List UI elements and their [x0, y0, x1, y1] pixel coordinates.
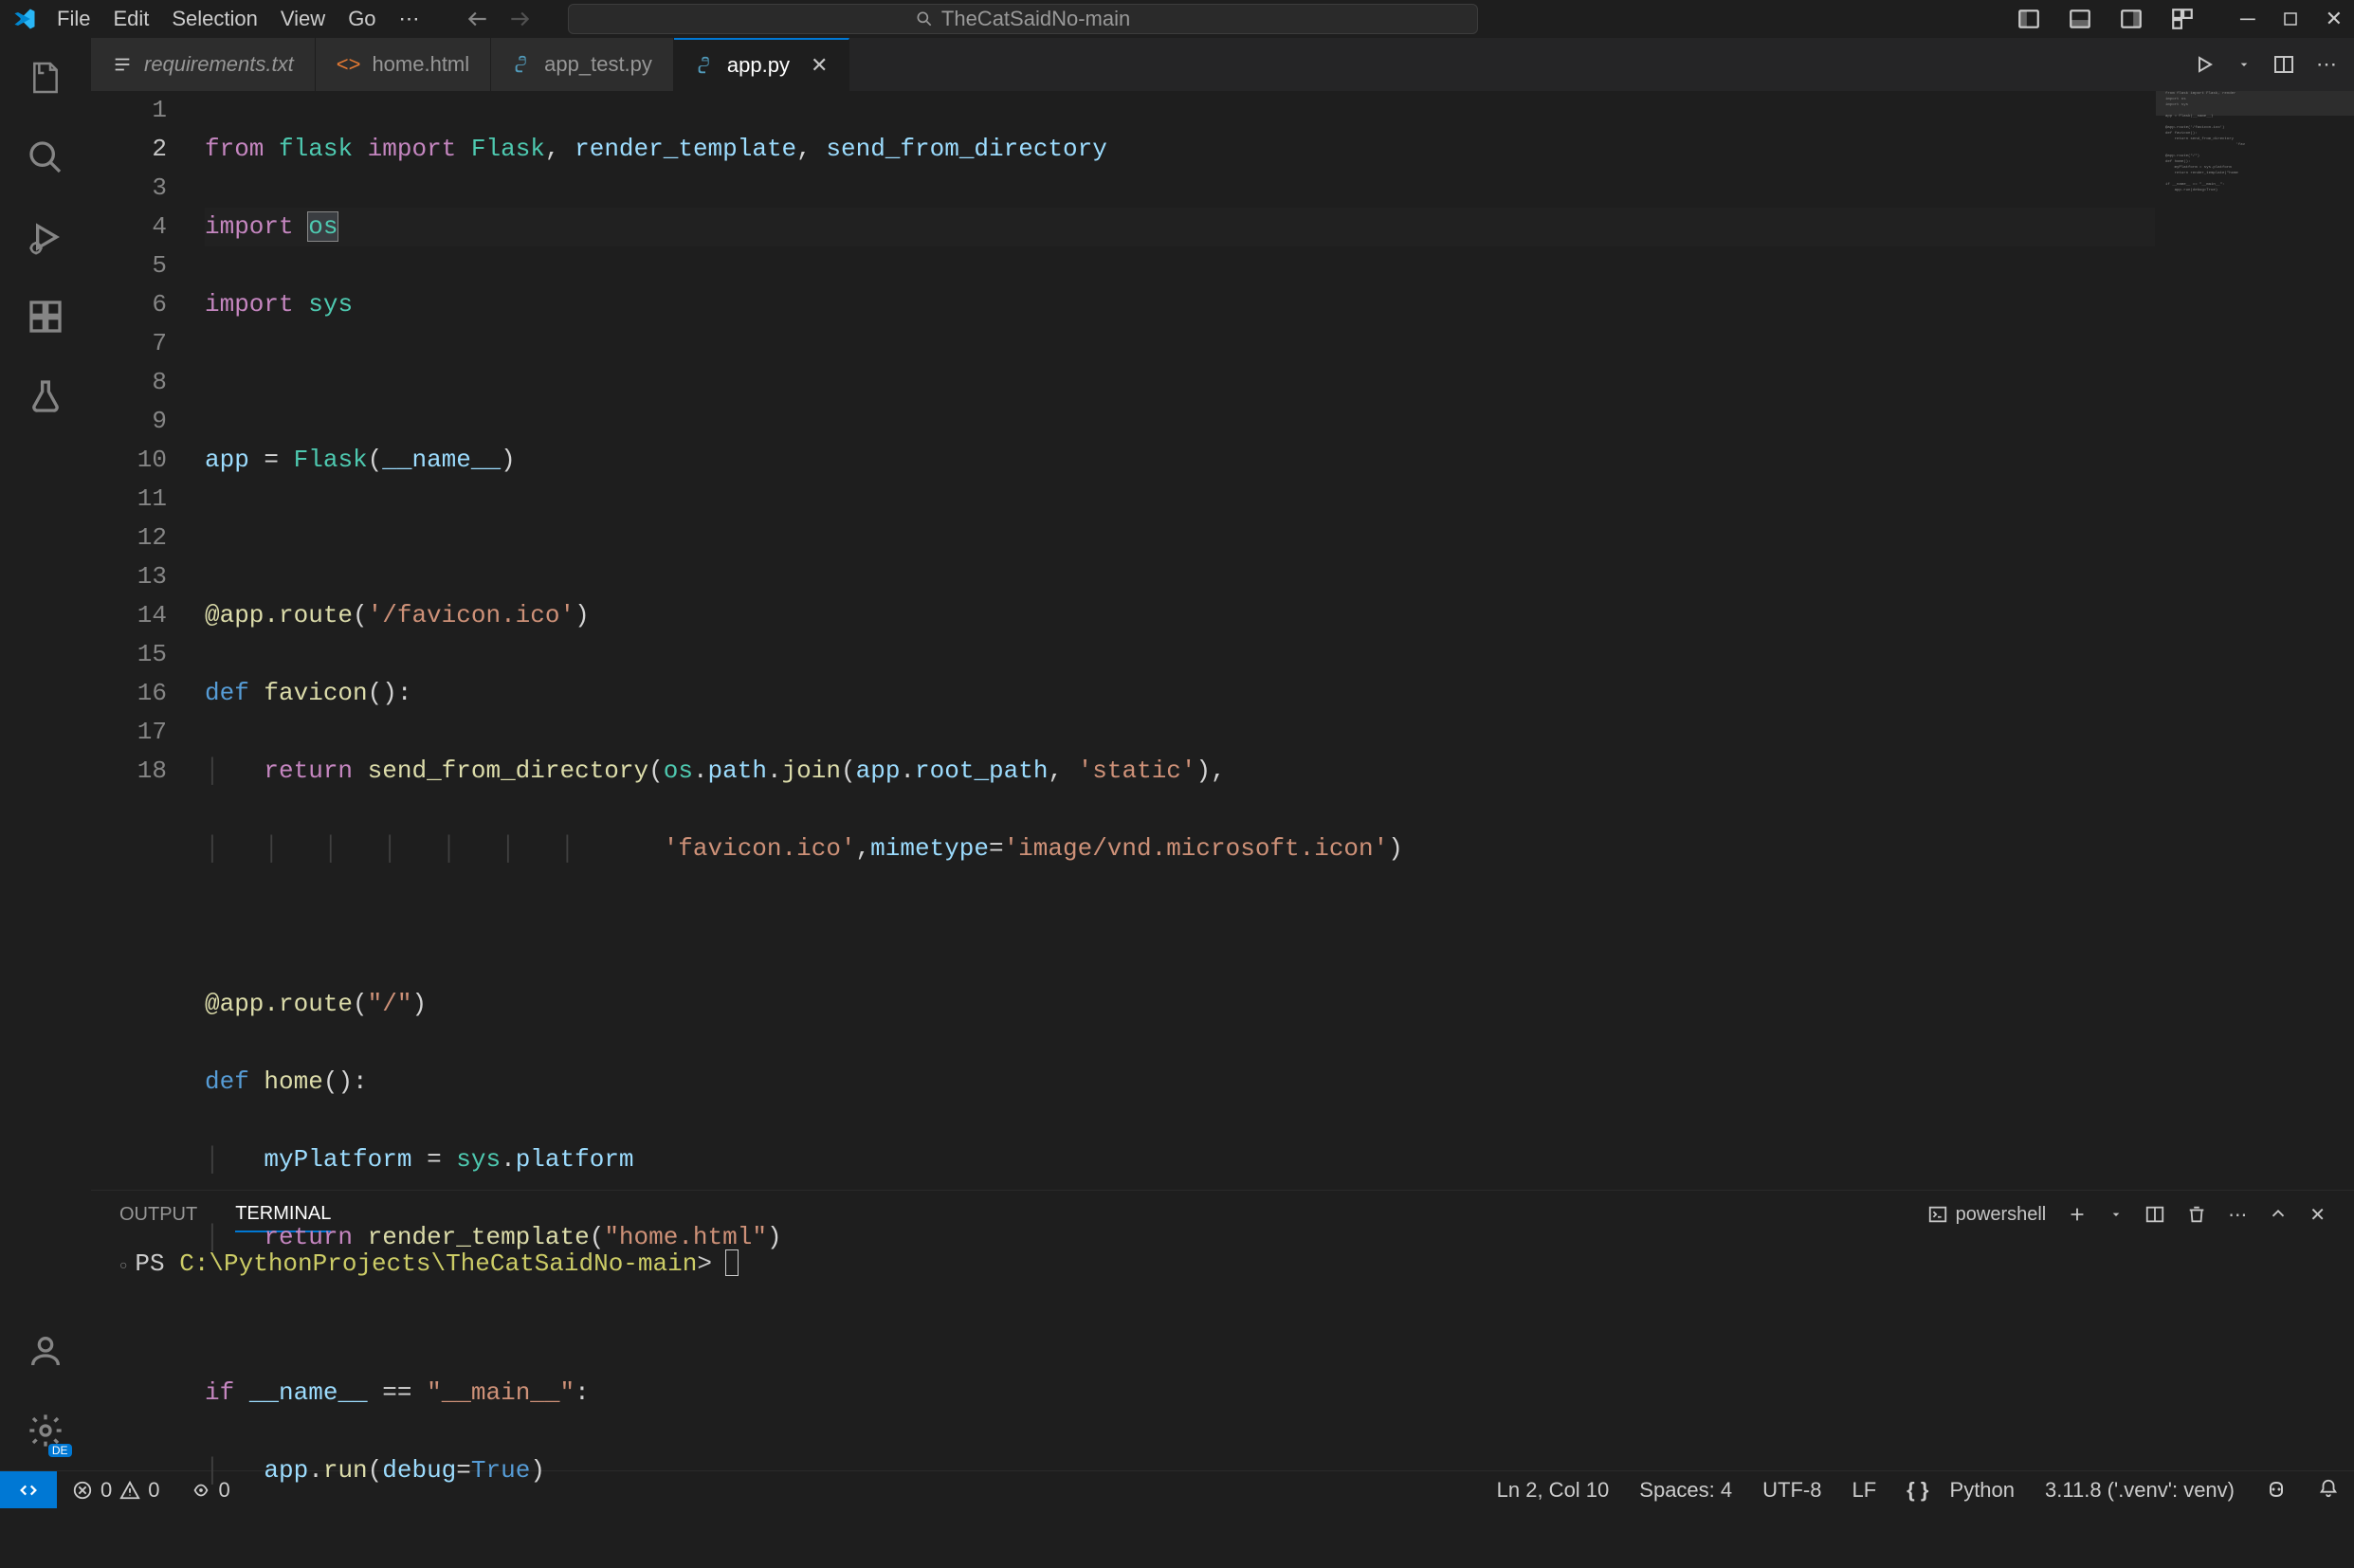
file-icon-python: [512, 54, 533, 75]
accounts-icon[interactable]: [23, 1328, 68, 1374]
layout-secondary-sidebar-icon[interactable]: [2119, 7, 2144, 31]
tab-label: home.html: [372, 52, 469, 77]
panel-more-icon[interactable]: ⋯: [2228, 1203, 2247, 1227]
tab-label: requirements.txt: [144, 52, 294, 77]
nav-forward-icon[interactable]: [507, 7, 532, 31]
window-maximize-icon[interactable]: [2282, 10, 2299, 27]
editor-content[interactable]: 1234 5678 9101112 13141516 1718 from fla…: [91, 91, 2354, 1190]
window-controls: ─ ✕: [2016, 7, 2343, 31]
gear-badge: DE: [48, 1444, 72, 1457]
nav-arrows: [465, 7, 532, 31]
run-file-icon[interactable]: [2193, 53, 2216, 76]
status-copilot-icon[interactable]: [2250, 1478, 2303, 1501]
minimap-content: from flask import Flask, render import o…: [2165, 91, 2245, 193]
kill-terminal-icon[interactable]: [2186, 1204, 2207, 1225]
window-minimize-icon[interactable]: ─: [2240, 7, 2255, 31]
menu-file[interactable]: File: [57, 7, 90, 31]
settings-gear-icon[interactable]: DE: [23, 1408, 68, 1453]
explorer-icon[interactable]: [23, 55, 68, 100]
menu-go[interactable]: Go: [348, 7, 375, 31]
layout-customize-icon[interactable]: [2170, 7, 2195, 31]
tab-label: app.py: [727, 53, 790, 78]
tab-app-test-py[interactable]: app_test.py: [491, 38, 674, 91]
remote-indicator[interactable]: [0, 1471, 57, 1508]
menu-selection[interactable]: Selection: [172, 7, 258, 31]
more-actions-icon[interactable]: ⋯: [2316, 52, 2337, 77]
layout-primary-sidebar-icon[interactable]: [2016, 7, 2041, 31]
tab-home-html[interactable]: <> home.html: [316, 38, 491, 91]
vscode-logo: [11, 6, 38, 32]
editor-area: requirements.txt <> home.html app_test.p…: [91, 38, 2354, 1470]
title-bar: File Edit Selection View Go ⋯ TheCatSaid…: [0, 0, 2354, 38]
maximize-panel-icon[interactable]: [2268, 1204, 2289, 1225]
code-text[interactable]: from flask import Flask, render_template…: [205, 91, 2155, 1190]
status-notifications-icon[interactable]: [2303, 1478, 2354, 1499]
tab-app-py[interactable]: app.py ✕: [674, 38, 850, 91]
nav-back-icon[interactable]: [465, 7, 490, 31]
activity-bar: DE: [0, 38, 91, 1470]
file-icon-python: [695, 55, 716, 76]
menu-edit[interactable]: Edit: [113, 7, 149, 31]
status-errors[interactable]: 0 0: [57, 1471, 175, 1508]
search-icon[interactable]: [23, 135, 68, 180]
file-icon-txt: [112, 54, 133, 75]
tab-requirements[interactable]: requirements.txt: [91, 38, 316, 91]
terminal-status-dot-icon: ○: [119, 1259, 127, 1274]
close-panel-icon[interactable]: ✕: [2309, 1203, 2326, 1227]
window-close-icon[interactable]: ✕: [2326, 7, 2343, 31]
run-debug-icon[interactable]: [23, 214, 68, 260]
panel-tab-output[interactable]: OUTPUT: [119, 1198, 197, 1231]
split-editor-icon[interactable]: [2272, 53, 2295, 76]
line-numbers: 1234 5678 9101112 13141516 1718: [91, 91, 205, 1190]
editor-actions: ⋯: [2193, 38, 2354, 91]
menu-more-icon[interactable]: ⋯: [399, 7, 420, 31]
main-container: DE requirements.txt <> home.html app_tes…: [0, 38, 2354, 1470]
menu-bar: File Edit Selection View Go ⋯: [57, 7, 420, 31]
testing-icon[interactable]: [23, 374, 68, 419]
command-center-search[interactable]: TheCatSaidNo-main: [568, 4, 1478, 34]
search-placeholder: TheCatSaidNo-main: [941, 7, 1130, 31]
run-dropdown-icon[interactable]: [2236, 57, 2252, 72]
close-icon[interactable]: ✕: [811, 53, 828, 78]
tab-bar: requirements.txt <> home.html app_test.p…: [91, 38, 2354, 91]
layout-panel-icon[interactable]: [2068, 7, 2092, 31]
menu-view[interactable]: View: [281, 7, 325, 31]
extensions-icon[interactable]: [23, 294, 68, 339]
tab-label: app_test.py: [544, 52, 652, 77]
file-icon-html: <>: [337, 52, 361, 77]
minimap[interactable]: from flask import Flask, render import o…: [2155, 91, 2354, 1190]
